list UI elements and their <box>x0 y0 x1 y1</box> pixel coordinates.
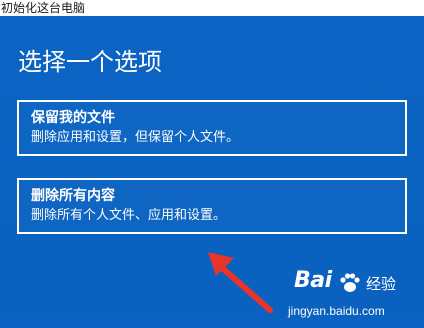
reset-pc-panel: 选择一个选项 保留我的文件 删除应用和设置，但保留个人文件。 删除所有内容 删除… <box>0 16 424 318</box>
option-title: 保留我的文件 <box>31 110 115 126</box>
watermark-url: jingyan.baidu.com <box>288 304 385 318</box>
watermark-logo-text: Bai <box>294 268 332 293</box>
window-title: 初始化这台电脑 <box>0 0 424 16</box>
page-heading: 选择一个选项 <box>18 48 162 76</box>
option-title: 删除所有内容 <box>31 188 115 204</box>
remove-everything-option[interactable]: 删除所有内容 删除所有个人文件、应用和设置。 <box>17 178 407 234</box>
watermark-logo-suffix: 经验 <box>366 275 397 293</box>
keep-my-files-option[interactable]: 保留我的文件 删除应用和设置，但保留个人文件。 <box>17 100 407 156</box>
paw-icon <box>340 273 360 292</box>
option-description: 删除应用和设置，但保留个人文件。 <box>31 130 240 145</box>
option-description: 删除所有个人文件、应用和设置。 <box>31 208 227 223</box>
red-arrow-icon <box>208 252 273 313</box>
baidu-jingyan-watermark: Bai 经验 jingyan.baidu.com <box>280 266 420 328</box>
